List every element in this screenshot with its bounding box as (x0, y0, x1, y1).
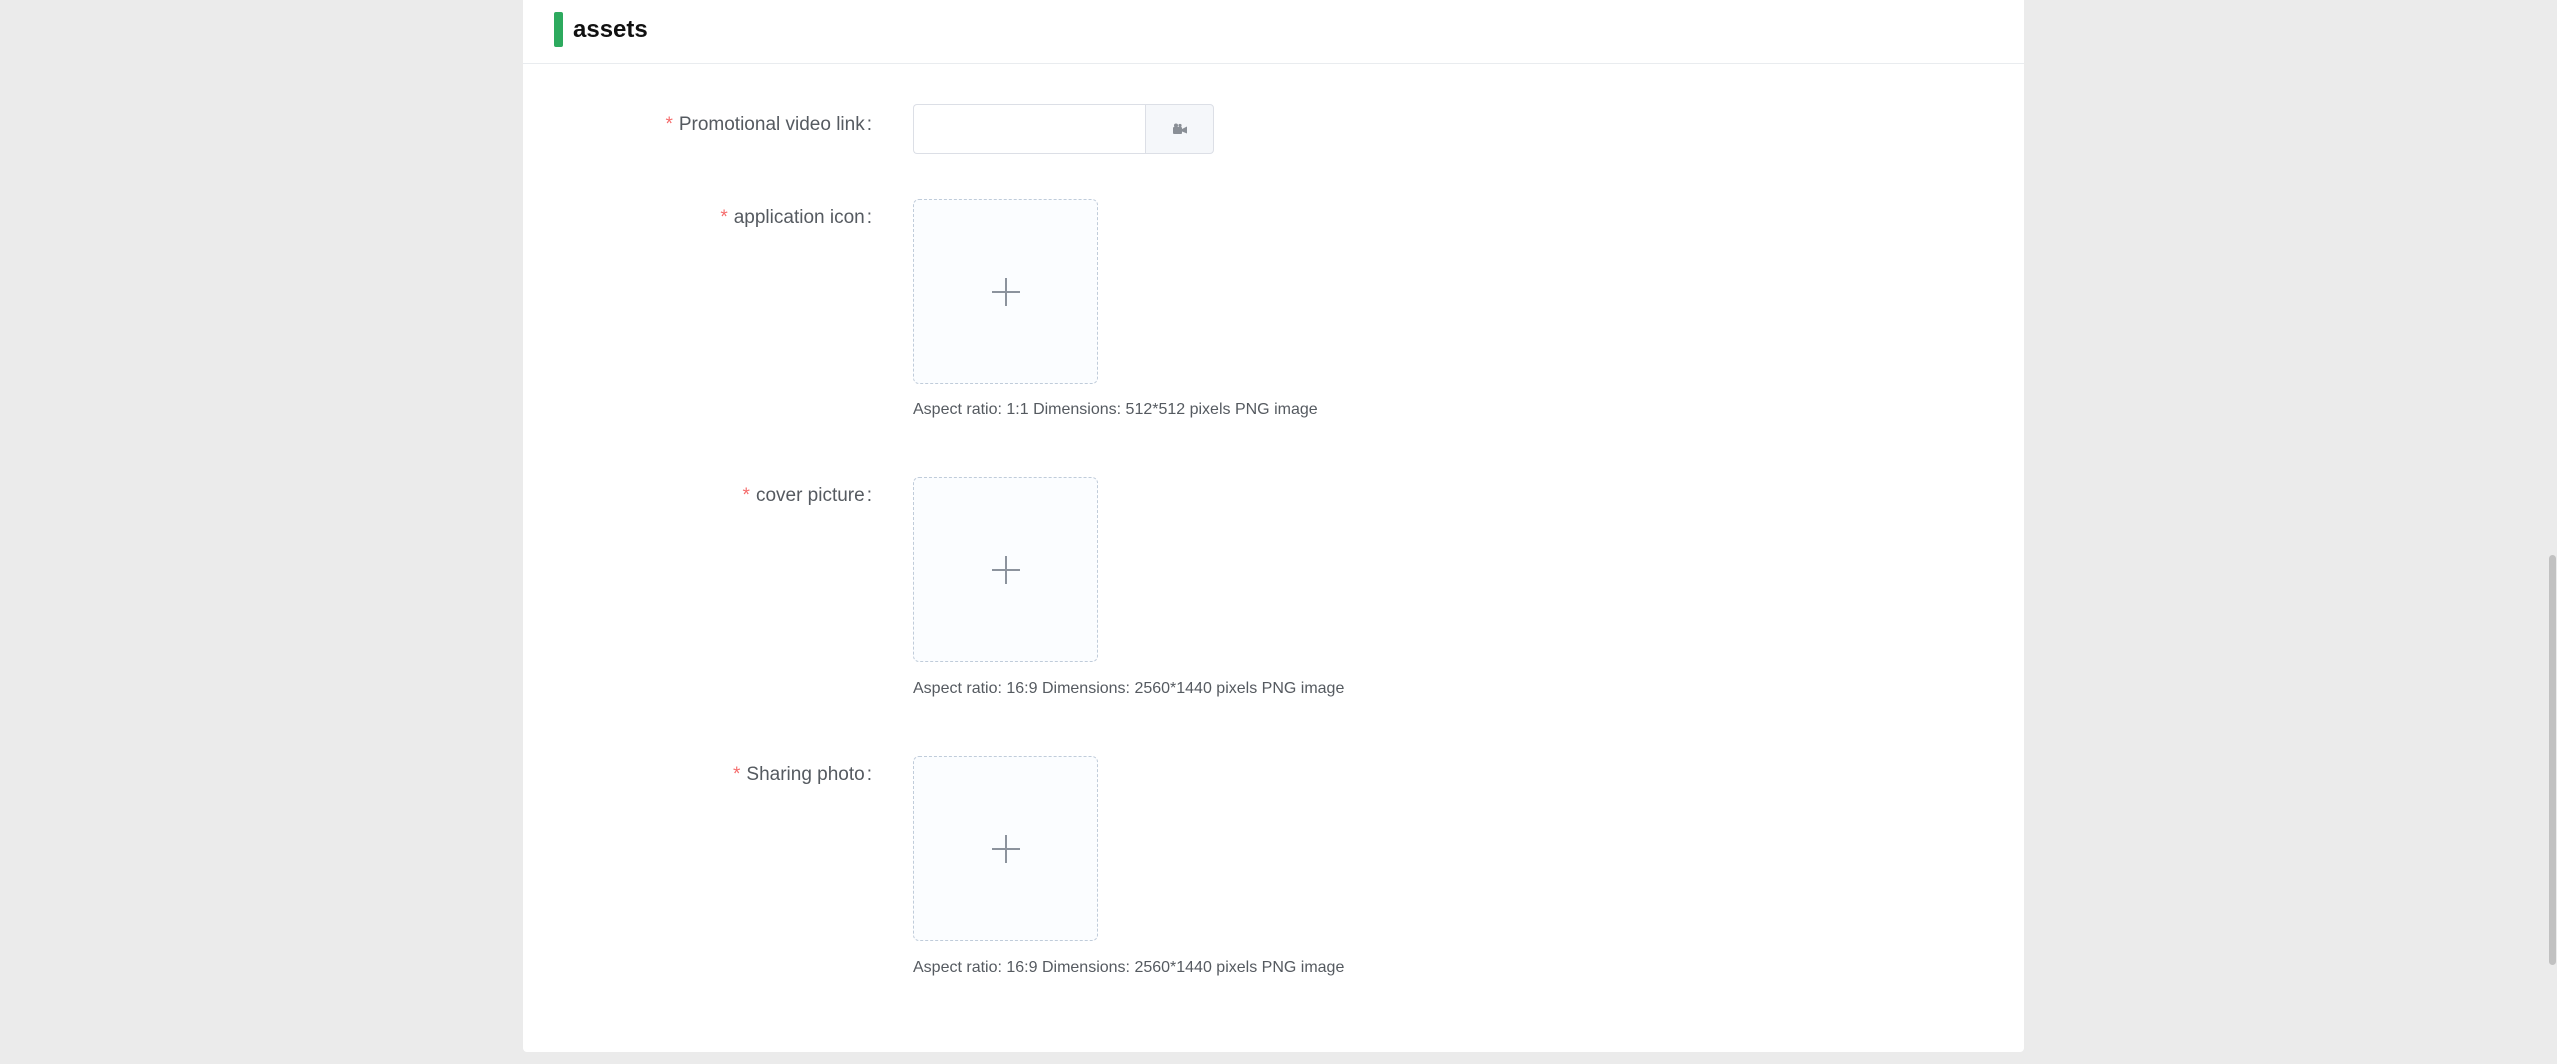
sharing-photo-hint: Aspect ratio: 16:9 Dimensions: 2560*1440… (913, 959, 1345, 976)
video-link-label-text: Promotional video link (678, 114, 865, 135)
cover-picture-label-text: cover picture (755, 485, 865, 506)
required-mark: * (720, 207, 728, 228)
form-row-cover: * cover picture: Aspect ratio: 16:9 Dimen… (523, 477, 2024, 707)
plus-icon (991, 834, 1020, 863)
page-scrollbar-thumb[interactable] (2549, 555, 2556, 965)
assets-card: assets * Promotional video link: * appli… (523, 0, 2024, 1052)
required-mark: * (732, 764, 741, 785)
label-colon: : (866, 485, 872, 506)
video-link-input-group (913, 104, 1214, 154)
app-icon-uploader[interactable] (913, 199, 1098, 384)
section-accent-bar (554, 12, 563, 47)
section-header: assets (523, 0, 2024, 64)
video-camera-icon (1172, 123, 1187, 134)
video-link-label: * Promotional video link: (665, 112, 872, 138)
app-icon-label-text: application icon (733, 207, 865, 228)
sharing-photo-label-text: Sharing photo (746, 764, 865, 785)
plus-icon (991, 277, 1020, 306)
section-title: assets (573, 16, 648, 43)
sharing-photo-uploader[interactable] (913, 756, 1098, 941)
sharing-photo-label: * Sharing photo: (733, 762, 872, 788)
cover-picture-label: * cover picture: (743, 483, 872, 509)
form-row-sharing: * Sharing photo: Aspect ratio: 16:9 Dimen… (523, 756, 2024, 986)
required-mark: * (665, 114, 673, 135)
label-colon: : (866, 764, 872, 785)
plus-icon (991, 555, 1020, 584)
app-icon-hint: Aspect ratio: 1:1 Dimensions: 512*512 pi… (913, 401, 1318, 418)
app-icon-label: * application icon: (720, 205, 872, 231)
cover-picture-hint: Aspect ratio: 16:9 Dimensions: 2560*1440… (913, 680, 1345, 697)
page: assets * Promotional video link: * appli… (0, 0, 2557, 1064)
label-colon: : (866, 114, 872, 135)
video-link-input[interactable] (913, 104, 1145, 154)
video-upload-button[interactable] (1145, 104, 1214, 154)
form-row-video: * Promotional video link: (523, 104, 2024, 154)
form-row-app-icon: * application icon: Aspect ratio: 1:1 Dim… (523, 199, 2024, 429)
label-colon: : (866, 207, 872, 228)
required-mark: * (742, 485, 750, 506)
cover-picture-uploader[interactable] (913, 477, 1098, 662)
